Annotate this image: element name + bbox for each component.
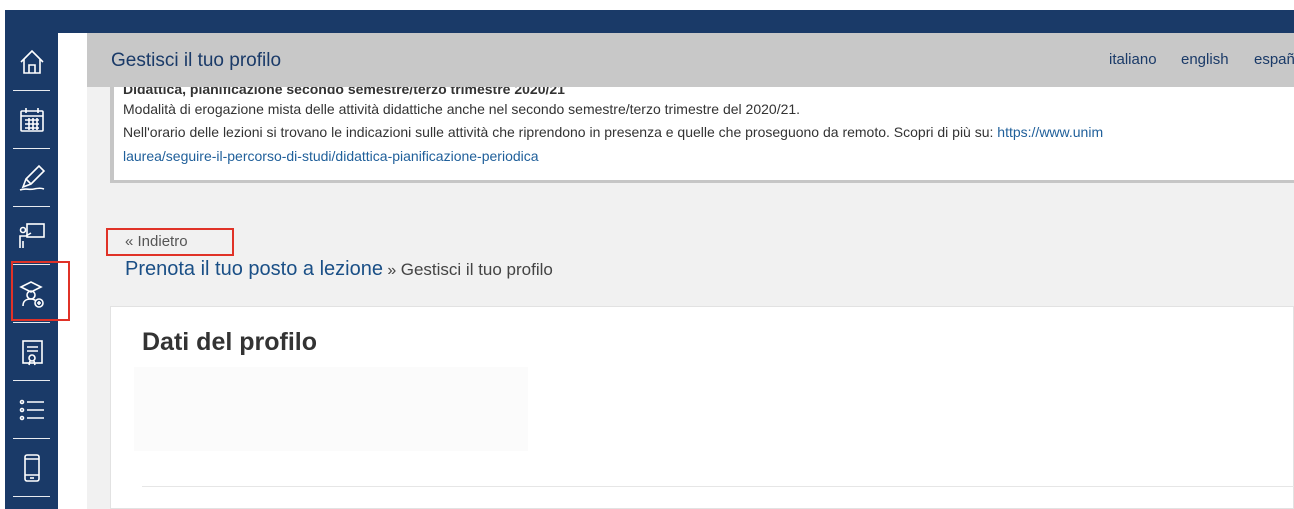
page-title: Gestisci il tuo profilo bbox=[111, 50, 282, 71]
breadcrumb-link-prenota[interactable]: Prenota il tuo posto a lezione bbox=[125, 258, 383, 280]
notice-title: Didattica, pianificazione secondo semest… bbox=[123, 87, 565, 97]
sidebar-item-calendar[interactable] bbox=[5, 91, 58, 148]
sidebar-item-lessons[interactable] bbox=[5, 207, 58, 264]
sidebar-item-certificates[interactable] bbox=[5, 323, 58, 380]
breadcrumb-current: Gestisci il tuo profilo bbox=[400, 260, 553, 279]
sidebar-divider bbox=[13, 496, 50, 497]
notice-link-end[interactable]: laurea/seguire-il-percorso-di-studi/dida… bbox=[123, 148, 539, 164]
profile-card-title: Dati del profilo bbox=[142, 328, 317, 356]
certificate-icon bbox=[21, 339, 43, 365]
sidebar-item-home[interactable] bbox=[5, 33, 58, 90]
mobile-icon bbox=[23, 453, 40, 482]
teacher-icon bbox=[18, 222, 45, 248]
main-content: Didattica, pianificazione secondo semest… bbox=[87, 87, 1294, 509]
highlight-seat-booking bbox=[11, 261, 70, 321]
profile-card: Dati del profilo bbox=[110, 306, 1294, 509]
notice-link-start[interactable]: https://www.unim bbox=[997, 124, 1103, 140]
sidebar-item-mobile[interactable] bbox=[5, 439, 58, 496]
highlight-back-link bbox=[106, 228, 234, 256]
list-icon bbox=[19, 399, 44, 420]
sidebar-item-exams[interactable] bbox=[5, 149, 58, 206]
lang-espanol[interactable]: españ bbox=[1254, 51, 1294, 68]
lang-italiano[interactable]: italiano bbox=[1109, 51, 1157, 68]
top-bar bbox=[0, 0, 1294, 10]
lang-english[interactable]: english bbox=[1181, 51, 1229, 68]
pen-icon bbox=[19, 164, 45, 191]
breadcrumb-separator: » bbox=[382, 262, 401, 279]
breadcrumb: Prenota il tuo posto a lezione » Gestisc… bbox=[125, 258, 553, 281]
notice-line-2-text: Nell'orario delle lezioni si trovano le … bbox=[123, 124, 998, 140]
profile-data-area bbox=[134, 367, 528, 451]
sidebar-item-list[interactable] bbox=[5, 381, 58, 438]
calendar-icon bbox=[19, 107, 44, 132]
notice-line-2: Nell'orario delle lezioni si trovano le … bbox=[123, 124, 1103, 140]
notice-line-1: Modalità di erogazione mista delle attiv… bbox=[123, 101, 801, 117]
notice-box: Didattica, pianificazione secondo semest… bbox=[110, 87, 1294, 183]
page-header: Gestisci il tuo profilo italiano english… bbox=[87, 33, 1294, 87]
home-icon bbox=[19, 49, 44, 74]
card-divider bbox=[142, 486, 1294, 487]
top-banner-strip bbox=[5, 10, 1294, 33]
